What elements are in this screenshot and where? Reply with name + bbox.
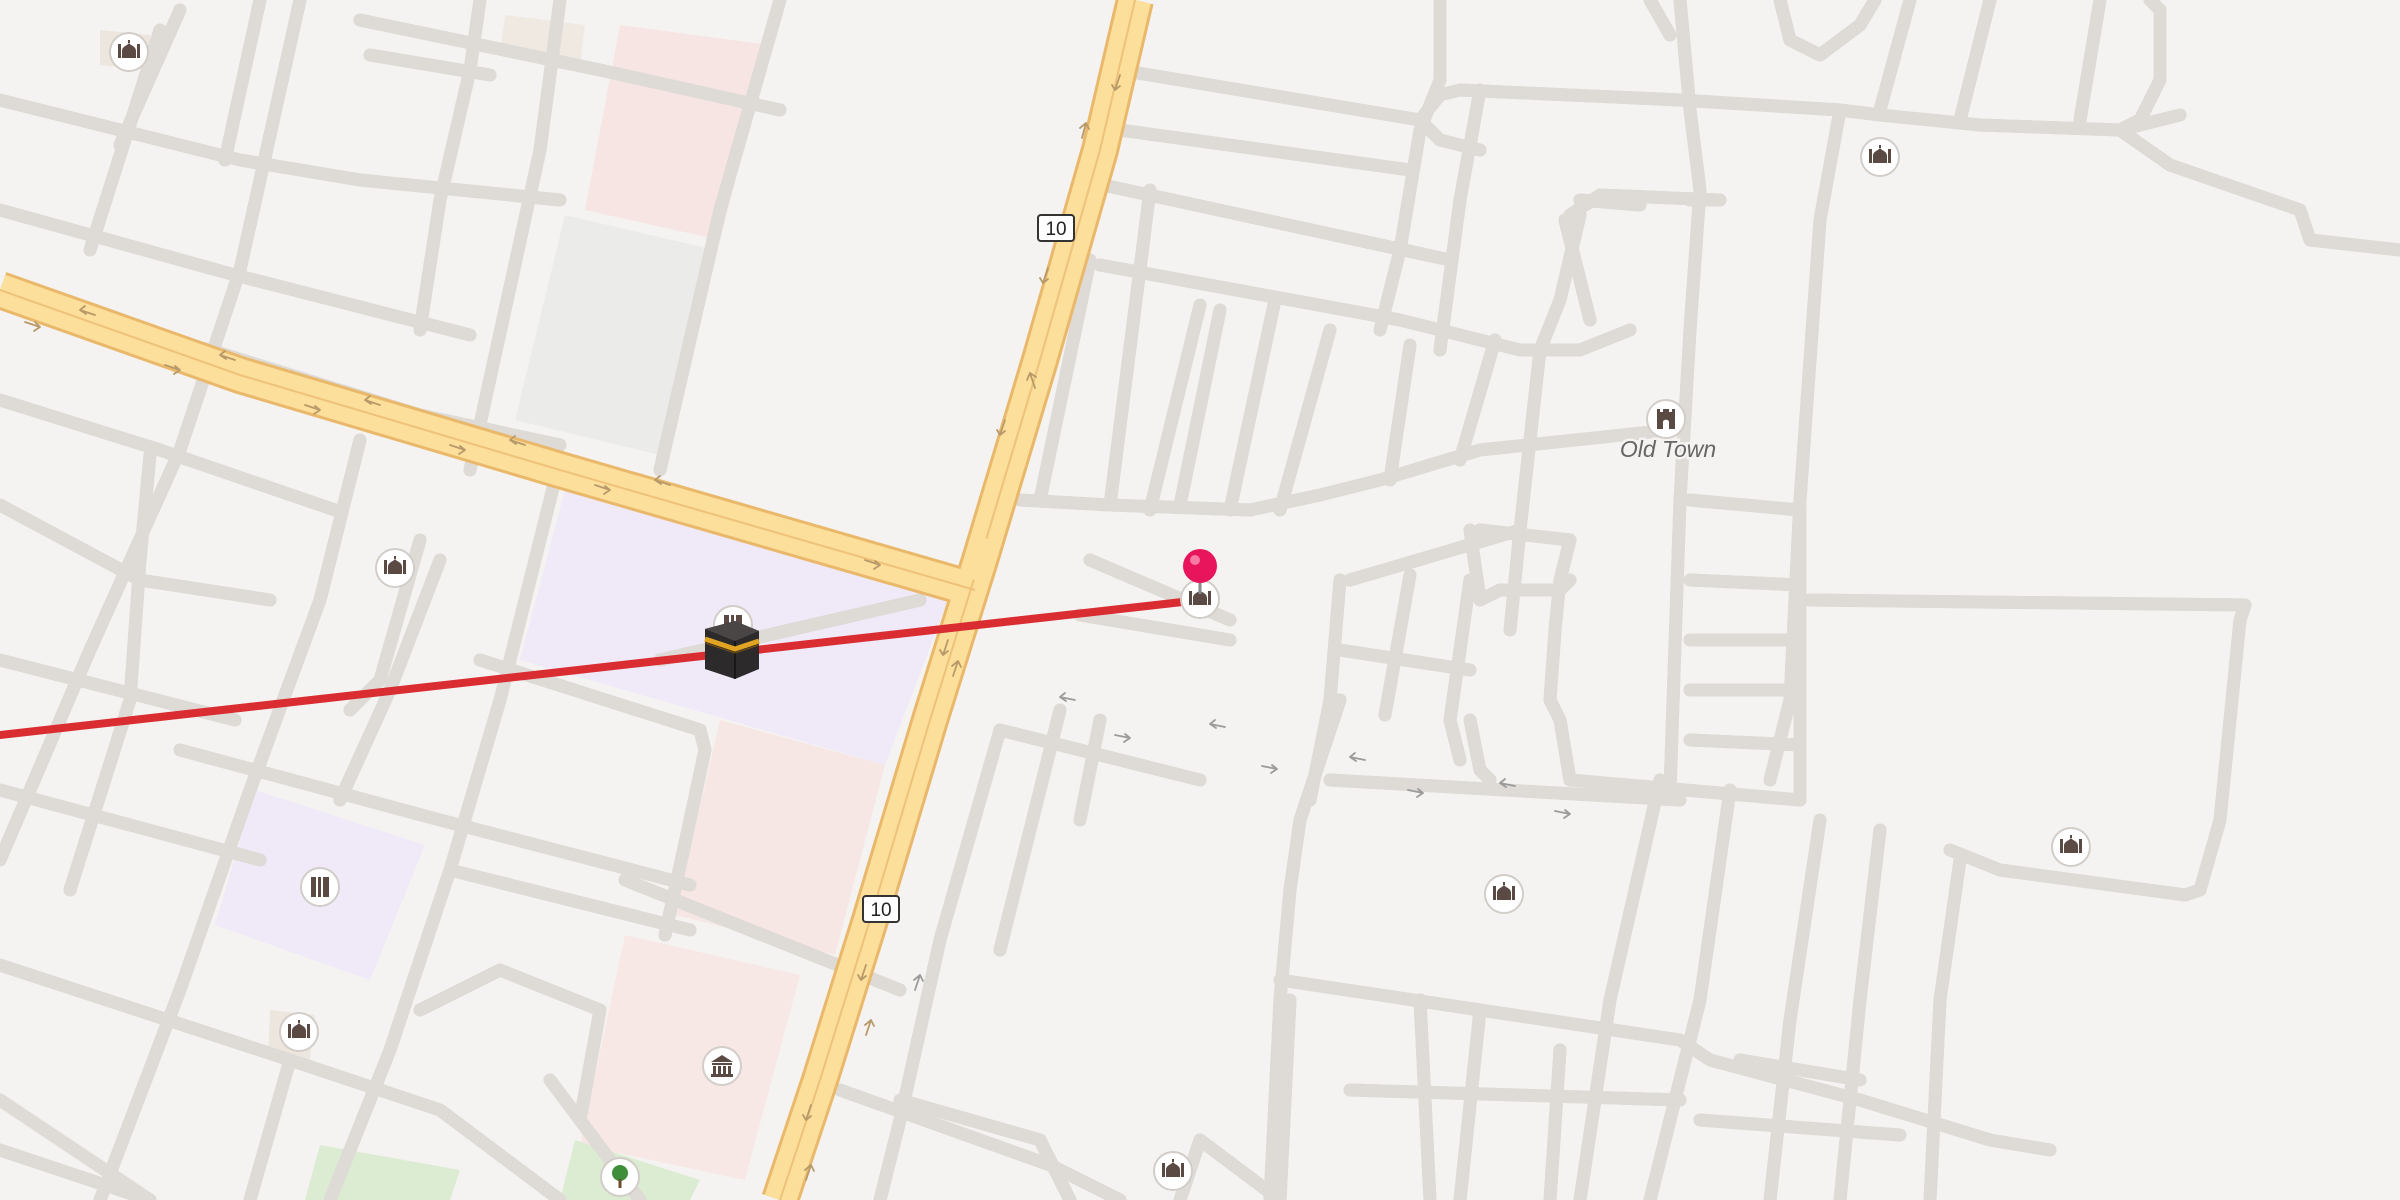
mosque-icon[interactable] bbox=[1153, 1151, 1193, 1191]
museum-icon[interactable] bbox=[300, 867, 340, 907]
castle-icon[interactable] bbox=[1646, 399, 1686, 439]
park-tree-icon[interactable] bbox=[600, 1157, 640, 1197]
mosque-icon[interactable] bbox=[1484, 874, 1524, 914]
place-label-old-town[interactable]: Old Town bbox=[1617, 434, 1718, 465]
mosque-icon[interactable] bbox=[109, 32, 149, 72]
kaaba-icon[interactable] bbox=[704, 621, 760, 679]
mosque-icon[interactable] bbox=[375, 548, 415, 588]
route-shield-upper: 10 bbox=[1037, 214, 1075, 242]
mosque-icon[interactable] bbox=[1860, 137, 1900, 177]
svg-text:10: 10 bbox=[1045, 219, 1066, 240]
government-building-icon[interactable] bbox=[702, 1046, 742, 1086]
mosque-icon[interactable] bbox=[2051, 827, 2091, 867]
mosque-icon[interactable] bbox=[279, 1012, 319, 1052]
route-shield-lower: 10 bbox=[862, 895, 900, 923]
svg-text:10: 10 bbox=[870, 900, 891, 921]
map-canvas[interactable]: 10 10 Old Town bbox=[0, 0, 2400, 1200]
area-pink-south2 bbox=[580, 935, 800, 1180]
